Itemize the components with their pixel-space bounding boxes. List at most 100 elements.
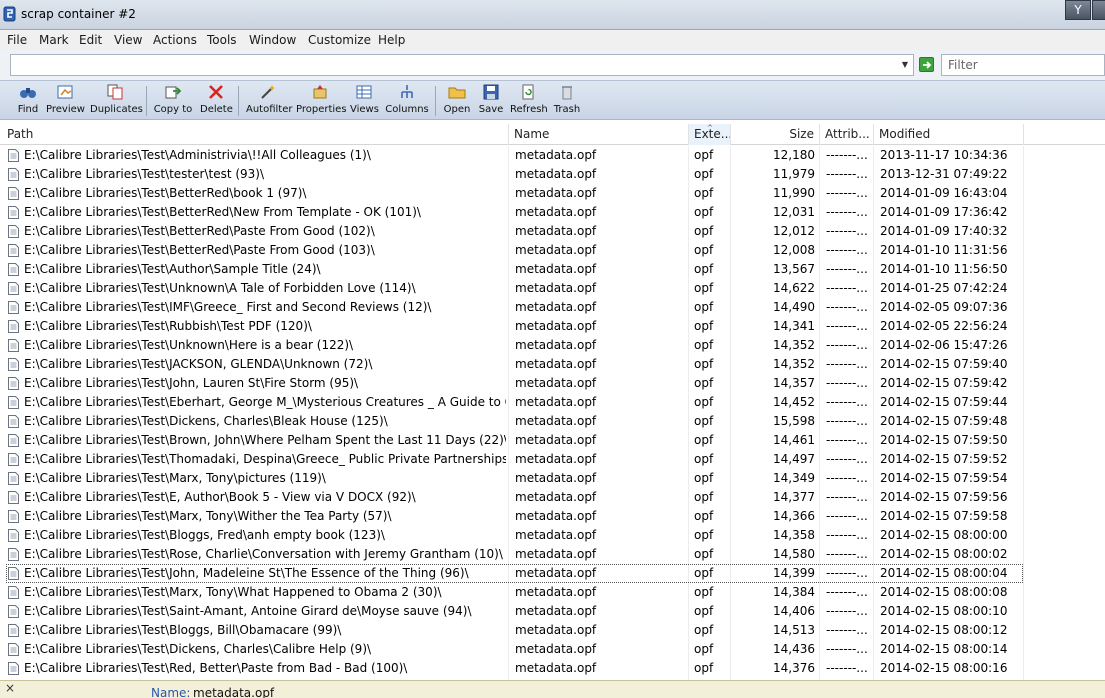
preview-button[interactable]: Preview	[46, 83, 85, 119]
find-button[interactable]: Find	[14, 83, 42, 119]
table-row[interactable]: E:\Calibre Libraries\Test\Rose, Charlie\…	[0, 545, 1105, 564]
cell-attrib: -------...	[826, 661, 868, 675]
table-row[interactable]: E:\Calibre Libraries\Test\BetterRed\New …	[0, 203, 1105, 222]
properties-button[interactable]: Properties	[296, 83, 347, 119]
cell-ext: opf	[694, 357, 714, 371]
table-row[interactable]: E:\Calibre Libraries\Test\Administrivia\…	[0, 146, 1105, 165]
cell-modified: 2014-01-10 11:56:50	[880, 262, 1008, 276]
table-row[interactable]: E:\Calibre Libraries\Test\BetterRed\Past…	[0, 241, 1105, 260]
cell-modified: 2014-01-10 11:31:56	[880, 243, 1008, 257]
file-icon	[8, 282, 19, 295]
chevron-down-icon[interactable]: ▼	[899, 58, 911, 72]
cell-path: E:\Calibre Libraries\Test\BetterRed\New …	[24, 205, 421, 219]
menu-edit[interactable]: Edit	[79, 33, 102, 47]
menu-customize[interactable]: Customize	[308, 33, 371, 47]
duplicates-icon	[107, 84, 123, 100]
open-button[interactable]: Open	[443, 83, 471, 119]
table-row[interactable]: E:\Calibre Libraries\Test\John, Lauren S…	[0, 374, 1105, 393]
cell-attrib: -------...	[826, 490, 868, 504]
table-row[interactable]: E:\Calibre Libraries\Test\Dickens, Charl…	[0, 640, 1105, 659]
table-row[interactable]: E:\Calibre Libraries\Test\Marx, Tony\Wha…	[0, 583, 1105, 602]
cell-attrib: -------...	[826, 528, 868, 542]
file-icon	[8, 510, 19, 523]
table-row[interactable]: E:\Calibre Libraries\Test\Unknown\Here i…	[0, 336, 1105, 355]
preview-label: Preview	[46, 104, 85, 115]
menu-window[interactable]: Window	[249, 33, 296, 47]
menu-tools[interactable]: Tools	[207, 33, 237, 47]
cell-attrib: -------...	[826, 471, 868, 485]
cell-attrib: -------...	[826, 205, 868, 219]
menu-mark[interactable]: Mark	[39, 33, 69, 47]
table-row[interactable]: E:\Calibre Libraries\Test\IMF\Greece_ Fi…	[0, 298, 1105, 317]
table-row[interactable]: E:\Calibre Libraries\Test\Author\Sample …	[0, 260, 1105, 279]
close-icon[interactable]: ×	[5, 681, 15, 695]
cell-ext: opf	[694, 585, 714, 599]
column-header-name[interactable]: Name	[509, 124, 689, 145]
table-row[interactable]: E:\Calibre Libraries\Test\Red, Better\Pa…	[0, 659, 1105, 678]
refresh-button[interactable]: Refresh	[510, 83, 548, 119]
refresh-label: Refresh	[510, 104, 548, 115]
go-button[interactable]	[919, 57, 934, 72]
wand-icon	[261, 85, 275, 99]
cell-modified: 2014-01-25 07:42:24	[880, 281, 1008, 295]
cell-attrib: -------...	[826, 224, 868, 238]
save-button[interactable]: Save	[478, 83, 504, 119]
table-row[interactable]: E:\Calibre Libraries\Test\Bloggs, Fred\a…	[0, 526, 1105, 545]
cell-name: metadata.opf	[515, 547, 597, 561]
delete-button[interactable]: Delete	[200, 83, 233, 119]
column-header-path[interactable]: Path	[2, 124, 509, 145]
file-icon	[8, 187, 19, 200]
address-input[interactable]: ▼	[10, 54, 914, 76]
cell-ext: opf	[694, 376, 714, 390]
column-header-modified[interactable]: Modified	[874, 124, 1024, 145]
table-row[interactable]: E:\Calibre Libraries\Test\BetterRed\book…	[0, 184, 1105, 203]
table-row[interactable]: E:\Calibre Libraries\Test\Unknown\A Tale…	[0, 279, 1105, 298]
table-row[interactable]: E:\Calibre Libraries\Test\tester\test (9…	[0, 165, 1105, 184]
cell-ext: opf	[694, 414, 714, 428]
cell-size: 12,180	[773, 148, 815, 162]
cell-path: E:\Calibre Libraries\Test\BetterRed\book…	[24, 186, 307, 200]
table-row[interactable]: E:\Calibre Libraries\Test\Eberhart, Geor…	[0, 393, 1105, 412]
file-icon	[8, 377, 19, 390]
copy-to-button[interactable]: Copy to	[153, 83, 193, 119]
menu-actions[interactable]: Actions	[153, 33, 197, 47]
cell-name: metadata.opf	[515, 186, 597, 200]
table-row[interactable]: E:\Calibre Libraries\Test\John, Madelein…	[0, 564, 1105, 583]
table-row[interactable]: E:\Calibre Libraries\Test\E, Author\Book…	[0, 488, 1105, 507]
table-row[interactable]: E:\Calibre Libraries\Test\Marx, Tony\Wit…	[0, 507, 1105, 526]
table-row[interactable]: E:\Calibre Libraries\Test\Marx, Tony\pic…	[0, 469, 1105, 488]
views-button[interactable]: Views	[350, 83, 379, 119]
cell-size: 14,622	[773, 281, 815, 295]
trash-icon	[562, 86, 572, 100]
cell-ext: opf	[694, 167, 714, 181]
column-header-attrib[interactable]: Attrib...	[820, 124, 874, 145]
menu-view[interactable]: View	[114, 33, 142, 47]
table-row[interactable]: E:\Calibre Libraries\Test\Brown, John\Wh…	[0, 431, 1105, 450]
filter-field[interactable]	[941, 54, 1105, 76]
columns-button[interactable]: Columns	[385, 83, 429, 119]
table-row[interactable]: E:\Calibre Libraries\Test\Rubbish\Test P…	[0, 317, 1105, 336]
duplicates-button[interactable]: Duplicates	[90, 83, 143, 119]
cell-size: 14,406	[773, 604, 815, 618]
info-name-label[interactable]: Name:	[151, 686, 190, 698]
table-row[interactable]: E:\Calibre Libraries\Test\Bloggs, Bill\O…	[0, 621, 1105, 640]
cell-size: 14,436	[773, 642, 815, 656]
cell-ext: opf	[694, 490, 714, 504]
cell-modified: 2014-02-15 07:59:44	[880, 395, 1008, 409]
table-row[interactable]: E:\Calibre Libraries\Test\BetterRed\Past…	[0, 222, 1105, 241]
trash-button[interactable]: Trash	[553, 83, 581, 119]
table-row[interactable]: E:\Calibre Libraries\Test\JACKSON, GLEND…	[0, 355, 1105, 374]
table-row[interactable]: E:\Calibre Libraries\Test\Thomadaki, Des…	[0, 450, 1105, 469]
column-header-size[interactable]: Size	[731, 124, 820, 145]
window-tools-button[interactable]: Y	[1065, 0, 1091, 20]
window-restore-button[interactable]	[1092, 0, 1105, 20]
menu-help[interactable]: Help	[378, 33, 405, 47]
table-row[interactable]: E:\Calibre Libraries\Test\Saint-Amant, A…	[0, 602, 1105, 621]
table-row[interactable]: E:\Calibre Libraries\Test\Dickens, Charl…	[0, 412, 1105, 431]
cell-modified: 2014-01-09 17:36:42	[880, 205, 1008, 219]
menu-file[interactable]: File	[7, 33, 27, 47]
cell-path: E:\Calibre Libraries\Test\Bloggs, Fred\a…	[24, 528, 385, 542]
column-header-ext[interactable]: ^ Exte...	[689, 124, 731, 145]
autofilter-button[interactable]: Autofilter	[246, 83, 292, 119]
filter-input[interactable]	[942, 55, 1092, 75]
